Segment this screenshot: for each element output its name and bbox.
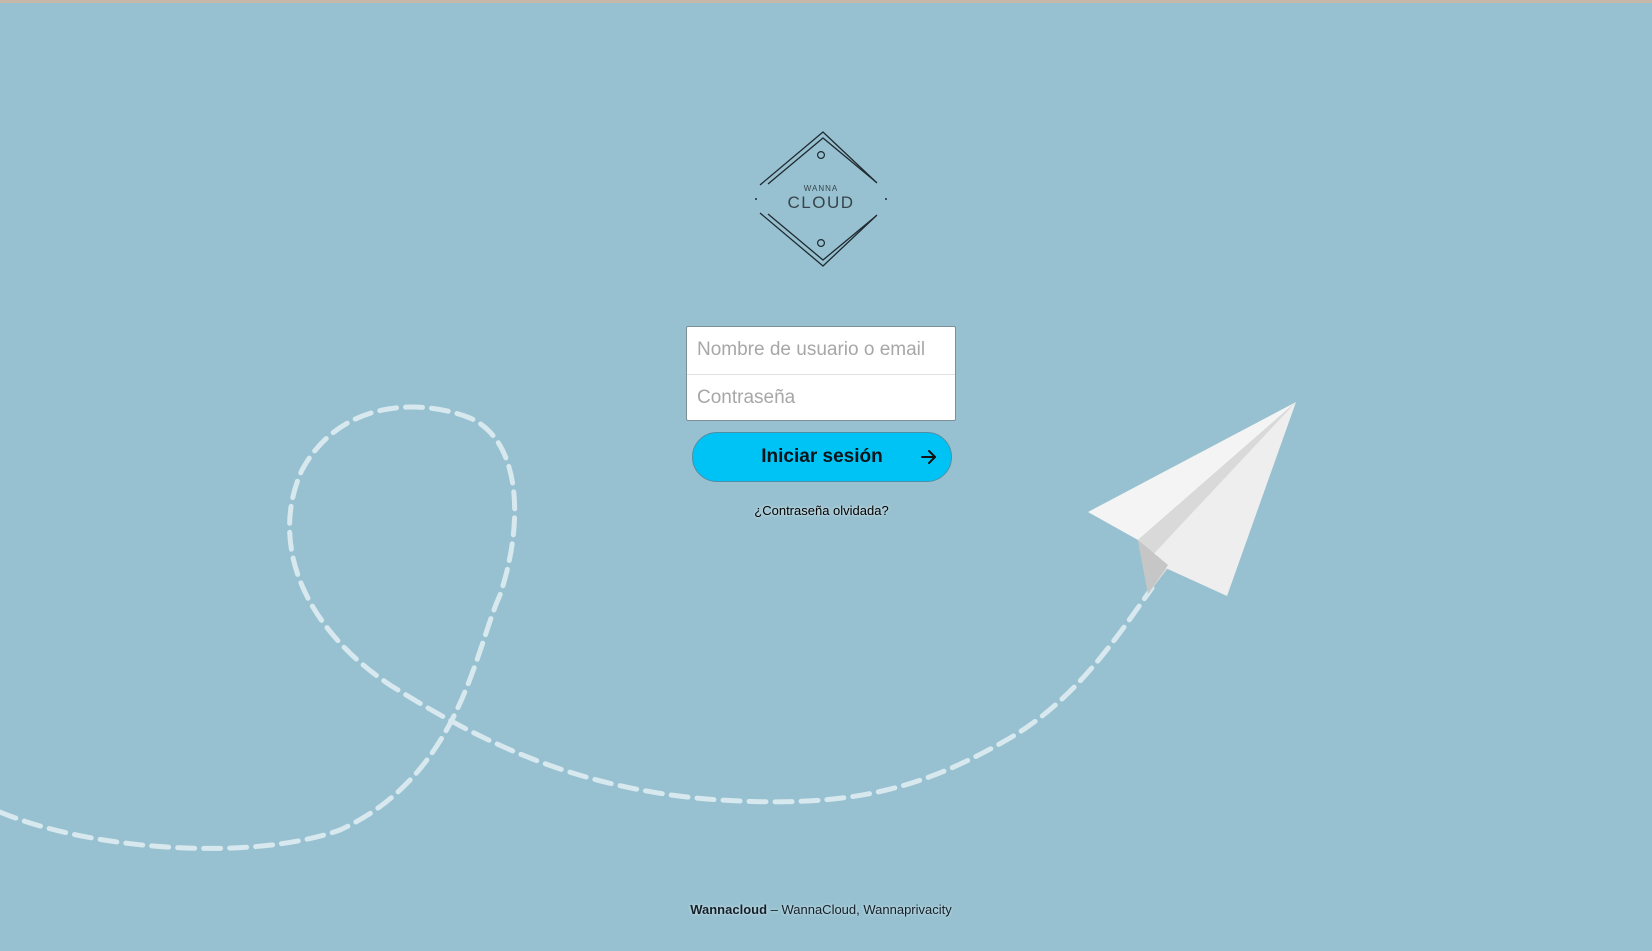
forgot-password-link[interactable]: ¿Contraseña olvidada? [700,503,943,518]
dashed-flight-path [0,404,1155,851]
logo-wordmark-top: WANNA [803,184,839,193]
login-button[interactable]: Iniciar sesión [692,432,952,482]
footer: Wannacloud – WannaCloud, Wannaprivacity [576,902,1066,917]
username-email-input[interactable] [687,327,955,373]
paper-plane-icon [1088,402,1296,596]
footer-tagline: – WannaCloud, Wannaprivacity [767,902,952,917]
login-button-label: Iniciar sesión [761,446,883,467]
arrow-right-icon [921,450,936,464]
password-input[interactable] [687,374,955,420]
login-form [686,326,956,421]
footer-brand: Wannacloud [690,902,768,917]
logo-wordmark-main: CLOUD [787,193,855,212]
